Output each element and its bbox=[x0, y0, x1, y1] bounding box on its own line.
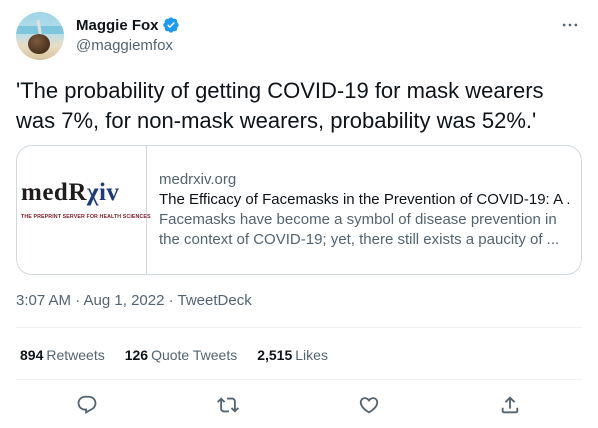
divider bbox=[16, 379, 582, 380]
more-options-icon[interactable] bbox=[558, 16, 582, 34]
tweet-timestamp[interactable]: 3:07 AM · Aug 1, 2022 · TweetDeck bbox=[16, 292, 252, 309]
handle[interactable]: @maggiemfox bbox=[76, 37, 180, 54]
quote-tweets-stat[interactable]: 126 Quote Tweets bbox=[125, 347, 238, 363]
divider bbox=[16, 327, 582, 328]
medrxiv-logo: medRχiv bbox=[21, 179, 120, 206]
verified-badge-icon bbox=[162, 16, 180, 34]
like-icon[interactable] bbox=[358, 394, 380, 416]
avatar[interactable] bbox=[16, 12, 64, 60]
card-body: medrxiv.org The Efficacy of Facemasks in… bbox=[159, 170, 569, 250]
engagement-stats: 894 Retweets 126 Quote Tweets 2,515 Likes bbox=[20, 347, 348, 363]
reply-icon[interactable] bbox=[76, 394, 98, 416]
display-name[interactable]: Maggie Fox bbox=[76, 17, 159, 34]
avatar-coconut bbox=[28, 34, 50, 54]
medrxiv-logo-subtitle: THE PREPRINT SERVER FOR HEALTH SCIENCES bbox=[21, 214, 151, 220]
card-domain: medrxiv.org bbox=[159, 171, 237, 188]
author-block: Maggie Fox @maggiemfox bbox=[76, 15, 180, 54]
retweets-stat[interactable]: 894 Retweets bbox=[20, 347, 105, 363]
action-bar bbox=[16, 390, 582, 420]
likes-stat[interactable]: 2,515 Likes bbox=[257, 347, 328, 363]
tweet-header: Maggie Fox @maggiemfox bbox=[16, 12, 582, 62]
retweet-icon[interactable] bbox=[217, 394, 239, 416]
link-card[interactable]: medRχiv THE PREPRINT SERVER FOR HEALTH S… bbox=[16, 145, 582, 275]
card-thumbnail: medRχiv THE PREPRINT SERVER FOR HEALTH S… bbox=[17, 146, 151, 274]
share-icon[interactable] bbox=[499, 394, 521, 416]
tweet-text: 'The probability of getting COVID-19 for… bbox=[16, 78, 544, 133]
card-title: The Efficacy of Facemasks in the Prevent… bbox=[159, 191, 569, 208]
card-description: Facemasks have become a symbol of diseas… bbox=[159, 211, 560, 248]
